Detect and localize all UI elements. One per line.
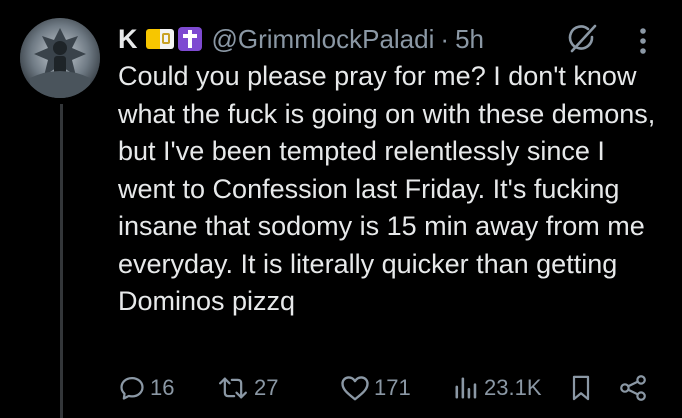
user-handle[interactable]: @GrimmlockPaladi: [212, 24, 435, 55]
post-text: Could you please pray for me? I don't kn…: [118, 61, 656, 316]
repost-icon: [219, 377, 247, 399]
view-count: 23.1K: [484, 375, 542, 400]
like-button[interactable]: 171: [340, 370, 411, 406]
latin-cross-icon: [177, 27, 202, 51]
reply-button[interactable]: 16: [118, 370, 174, 406]
vatican-flag-icon: [145, 29, 174, 49]
repost-button[interactable]: 27: [216, 370, 278, 406]
thread-line: [60, 104, 63, 418]
avatar[interactable]: [20, 18, 100, 98]
views-icon: [455, 377, 477, 399]
share-button[interactable]: [618, 370, 648, 406]
post-actions: 16 27 171 23.1K: [118, 370, 658, 406]
views-button[interactable]: 23.1K: [452, 370, 542, 406]
separator-dot: ·: [440, 23, 450, 54]
avatar-image: [20, 18, 100, 98]
heart-icon: [341, 376, 369, 401]
more-options-icon[interactable]: [638, 27, 648, 60]
display-name[interactable]: K: [118, 24, 138, 55]
reply-icon: [120, 376, 144, 400]
grok-icon[interactable]: [566, 24, 598, 59]
repost-count: 27: [254, 375, 279, 400]
post-time[interactable]: 5h: [455, 24, 484, 55]
reply-count: 16: [150, 375, 175, 400]
like-count: 171: [374, 375, 411, 400]
bookmark-button[interactable]: [570, 370, 592, 406]
bookmark-icon: [572, 375, 590, 401]
post-header: K @GrimmlockPaladi · 5h: [118, 20, 484, 58]
share-icon: [620, 375, 646, 401]
